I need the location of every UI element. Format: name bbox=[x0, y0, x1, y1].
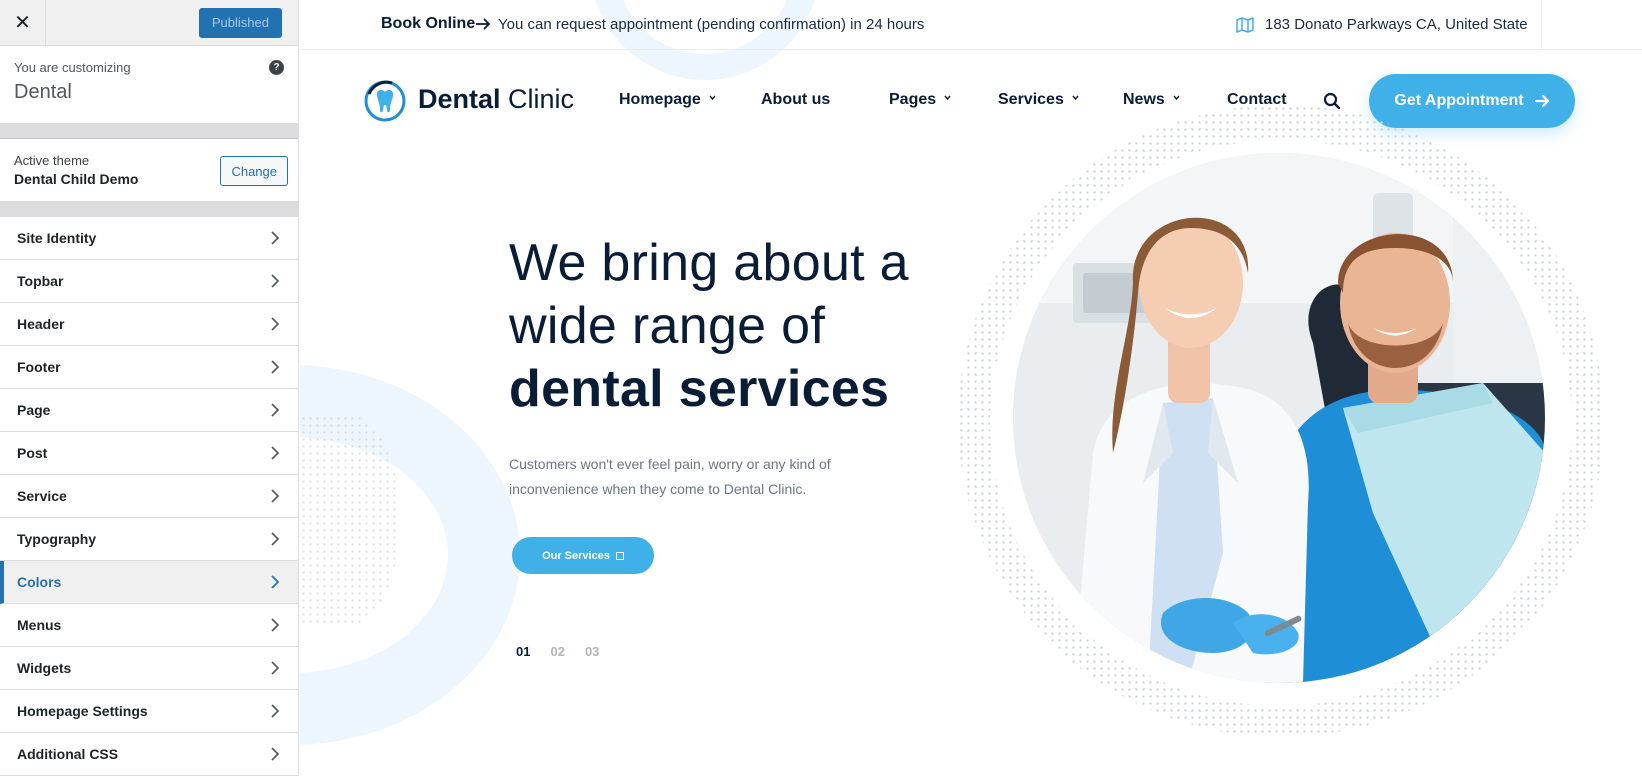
chevron-down-icon bbox=[944, 95, 951, 101]
chevron-right-icon bbox=[271, 661, 280, 675]
chevron-down-icon bbox=[1072, 95, 1079, 101]
section-label: Menus bbox=[17, 617, 62, 633]
arrow-right-icon bbox=[476, 18, 491, 30]
chevron-right-icon bbox=[271, 231, 280, 245]
book-online-link[interactable]: Book Online bbox=[381, 15, 475, 33]
nav-about[interactable]: About us bbox=[761, 91, 830, 109]
chevron-right-icon bbox=[271, 618, 280, 632]
slide-indicator[interactable]: 01 bbox=[516, 644, 530, 659]
our-services-button[interactable]: Our Services bbox=[512, 537, 654, 574]
section-page[interactable]: Page bbox=[0, 389, 298, 432]
nav-services[interactable]: Services bbox=[998, 91, 1079, 109]
section-label: Colors bbox=[17, 574, 62, 590]
nav-label: About us bbox=[761, 91, 831, 108]
section-widgets[interactable]: Widgets bbox=[0, 647, 298, 690]
section-label: Widgets bbox=[17, 660, 72, 676]
hero-title-emphasis: dental services bbox=[509, 360, 890, 418]
address-text: 183 Donato Parkways CA, United State bbox=[1265, 16, 1528, 33]
nav-label: Services bbox=[998, 91, 1064, 108]
nav-label: Pages bbox=[889, 91, 937, 108]
chevron-right-icon bbox=[271, 704, 280, 718]
section-label: Homepage Settings bbox=[17, 703, 148, 719]
slide-indicator[interactable]: 02 bbox=[550, 644, 564, 659]
section-label: Footer bbox=[17, 359, 61, 375]
chevron-right-icon bbox=[271, 274, 280, 288]
dentist-and-patient-illustration bbox=[1013, 153, 1545, 683]
section-label: Additional CSS bbox=[17, 746, 119, 762]
chevron-right-icon bbox=[271, 747, 280, 761]
hero-title: We bring about a wide range of dental se… bbox=[509, 232, 909, 421]
nav-news[interactable]: News bbox=[1123, 91, 1180, 109]
hero-description: Customers won't ever feel pain, worry or… bbox=[509, 456, 831, 497]
section-header[interactable]: Header bbox=[0, 303, 298, 346]
section-label: Service bbox=[17, 488, 67, 504]
nav-pages[interactable]: Pages bbox=[889, 91, 951, 109]
chevron-right-icon bbox=[271, 532, 280, 546]
section-colors[interactable]: Colors bbox=[0, 561, 298, 604]
site-name: Dental bbox=[14, 81, 72, 103]
site-brand[interactable]: Dental Clinic bbox=[418, 84, 574, 115]
section-divider bbox=[0, 202, 298, 217]
section-menus[interactable]: Menus bbox=[0, 604, 298, 647]
section-site-identity[interactable]: Site Identity bbox=[0, 217, 298, 260]
section-label: Post bbox=[17, 445, 48, 461]
site-topbar: Book Online You can request appointment … bbox=[300, 0, 1642, 50]
section-service[interactable]: Service bbox=[0, 475, 298, 518]
chevron-down-icon bbox=[1173, 95, 1180, 101]
decorative-dots bbox=[300, 415, 400, 625]
section-label: Typography bbox=[17, 531, 97, 547]
customizer-info: You are customizing Dental ? bbox=[0, 46, 298, 124]
arrow-right-icon bbox=[1534, 94, 1549, 108]
chevron-right-icon bbox=[271, 575, 280, 589]
section-divider bbox=[0, 124, 298, 138]
chevron-right-icon bbox=[271, 489, 280, 503]
nav-label: Homepage bbox=[619, 91, 701, 108]
active-theme-panel: Active theme Dental Child Demo Change bbox=[0, 138, 298, 202]
hero-title-line: We bring about a bbox=[509, 234, 909, 292]
customizer-sidebar: ✕ Published You are customizing Dental ?… bbox=[0, 0, 299, 776]
tooth-logo-icon[interactable] bbox=[364, 80, 406, 122]
square-icon bbox=[615, 551, 624, 560]
slide-indicator[interactable]: 03 bbox=[585, 644, 599, 659]
publish-button[interactable]: Published bbox=[198, 7, 282, 38]
brand-light: Clinic bbox=[508, 84, 575, 114]
get-appointment-button[interactable]: Get Appointment bbox=[1369, 74, 1575, 128]
topbar-divider bbox=[1541, 0, 1542, 50]
section-typography[interactable]: Typography bbox=[0, 518, 298, 561]
nav-label: News bbox=[1123, 91, 1165, 108]
section-label: Topbar bbox=[17, 273, 64, 289]
customizer-sections: Site Identity Topbar Header Footer Page … bbox=[0, 217, 298, 776]
chevron-right-icon bbox=[271, 446, 280, 460]
appointment-notice: You can request appointment (pending con… bbox=[498, 16, 925, 33]
customizing-label: You are customizing bbox=[14, 60, 131, 75]
close-customizer-button[interactable]: ✕ bbox=[0, 0, 46, 46]
section-post[interactable]: Post bbox=[0, 432, 298, 475]
section-label: Site Identity bbox=[17, 230, 97, 246]
section-footer[interactable]: Footer bbox=[0, 346, 298, 389]
close-icon: ✕ bbox=[14, 12, 31, 34]
cta-label: Get Appointment bbox=[1394, 92, 1524, 109]
change-theme-button[interactable]: Change bbox=[220, 156, 288, 186]
chevron-down-icon bbox=[709, 95, 716, 101]
section-additional-css[interactable]: Additional CSS bbox=[0, 733, 298, 776]
button-label: Our Services bbox=[542, 549, 610, 562]
section-homepage-settings[interactable]: Homepage Settings bbox=[0, 690, 298, 733]
chevron-right-icon bbox=[271, 360, 280, 374]
section-topbar[interactable]: Topbar bbox=[0, 260, 298, 303]
hero-photo bbox=[1013, 153, 1545, 683]
section-label: Page bbox=[17, 402, 51, 418]
brand-bold: Dental bbox=[418, 84, 501, 114]
customizer-header: ✕ Published bbox=[0, 0, 298, 46]
slider-pagination: 01 02 03 bbox=[516, 644, 599, 659]
nav-homepage[interactable]: Homepage bbox=[619, 91, 716, 109]
map-icon bbox=[1236, 17, 1254, 33]
section-label: Header bbox=[17, 316, 65, 332]
chevron-right-icon bbox=[271, 403, 280, 417]
site-preview: Book Online You can request appointment … bbox=[300, 0, 1642, 776]
chevron-right-icon bbox=[271, 317, 280, 331]
hero-title-line: wide range of bbox=[509, 297, 826, 355]
help-icon[interactable]: ? bbox=[269, 60, 284, 75]
